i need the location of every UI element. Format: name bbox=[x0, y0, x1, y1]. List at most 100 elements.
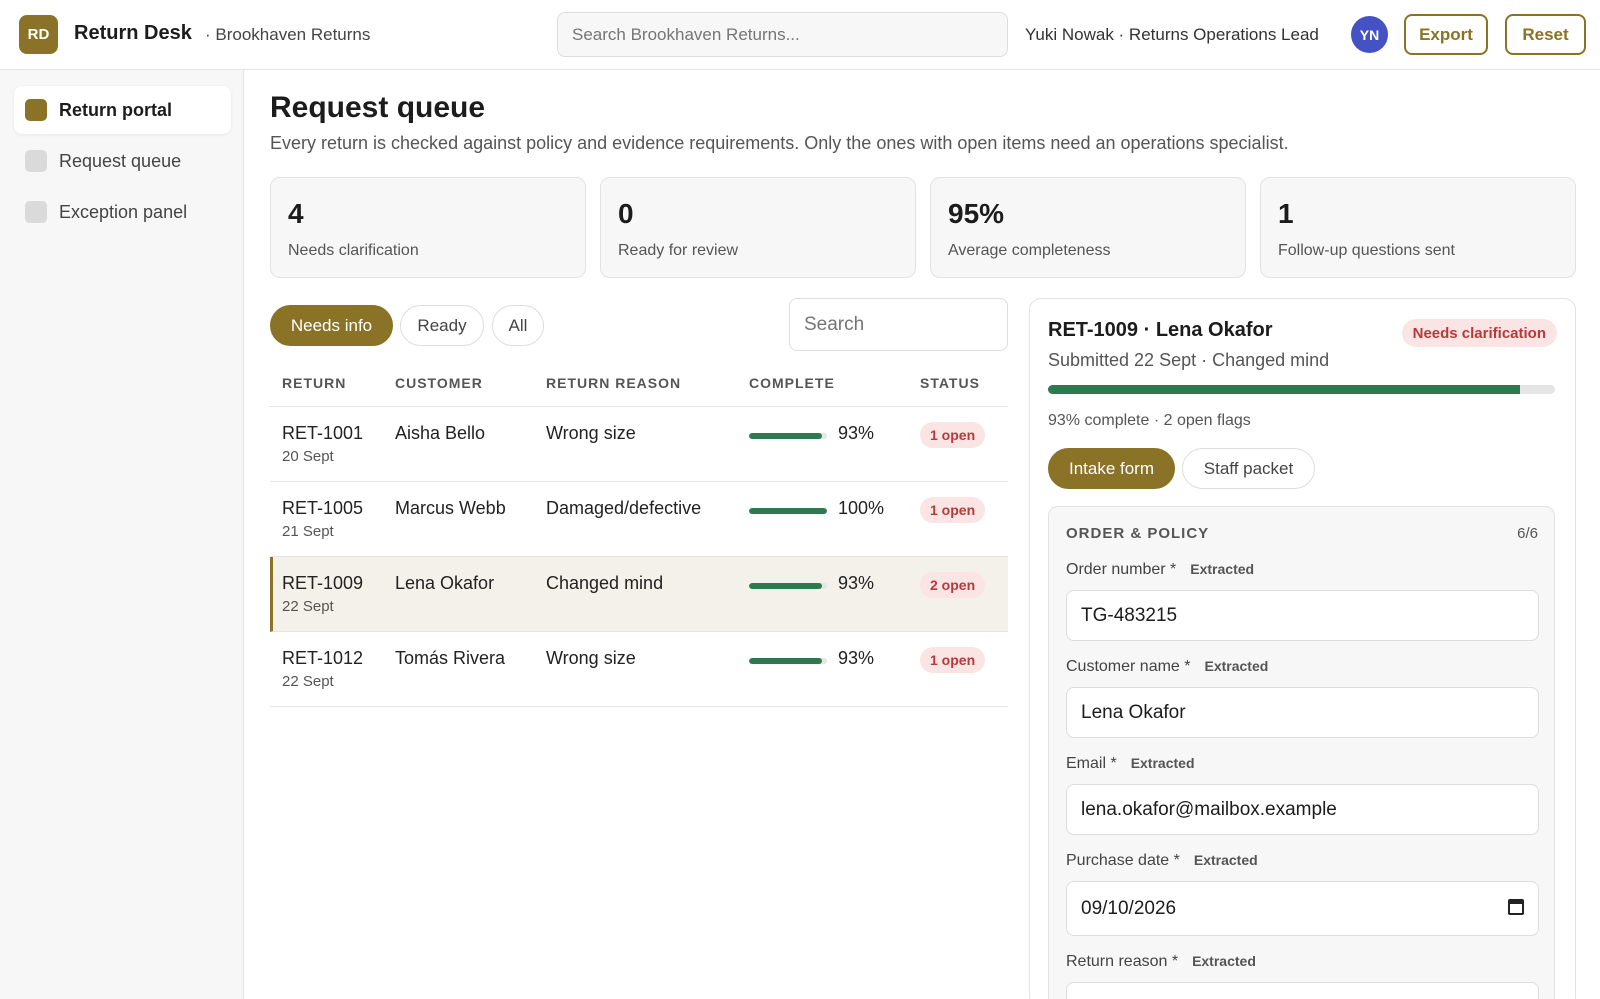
sidebar: Return portal Request queue Exception pa… bbox=[0, 70, 244, 999]
stat-value: 95% bbox=[948, 198, 1005, 229]
field-label-text: Purchase date * bbox=[1066, 852, 1180, 869]
sidebar-item-return-portal[interactable]: Return portal bbox=[14, 86, 231, 134]
avatar[interactable]: YN bbox=[1351, 16, 1388, 53]
completeness-bar-fill bbox=[749, 433, 822, 439]
return-date: 22 Sept bbox=[282, 598, 334, 615]
filter-ready[interactable]: Ready bbox=[400, 305, 484, 346]
filter-needs-info[interactable]: Needs info bbox=[270, 305, 393, 346]
calendar-icon[interactable] bbox=[1508, 899, 1524, 915]
purchase-date-field[interactable]: 09/10/2026 bbox=[1066, 881, 1539, 936]
export-button[interactable]: Export bbox=[1404, 14, 1488, 55]
square-icon bbox=[25, 150, 47, 172]
return-reason-field[interactable] bbox=[1066, 982, 1539, 999]
stat-card-needs-clarification: 4 Needs clarification bbox=[270, 177, 586, 278]
return-date: 21 Sept bbox=[282, 523, 334, 540]
sidebar-item-label: Return portal bbox=[59, 99, 173, 120]
top-bar: RD Return Desk · Brookhaven Returns Yuki… bbox=[0, 0, 1600, 70]
field-label-return-reason: Return reason * Extracted bbox=[1066, 953, 1256, 971]
tab-staff-packet[interactable]: Staff packet bbox=[1182, 448, 1315, 489]
filter-all[interactable]: All bbox=[492, 305, 544, 346]
stat-label: Follow-up questions sent bbox=[1278, 242, 1455, 259]
status-badge: 1 open bbox=[920, 647, 986, 673]
page-title: Request queue bbox=[270, 91, 486, 124]
customer-name: Marcus Webb bbox=[395, 498, 506, 518]
stat-label: Ready for review bbox=[618, 242, 739, 259]
field-label-customer-name: Customer name * Extracted bbox=[1066, 658, 1268, 676]
return-reason: Wrong size bbox=[546, 648, 636, 668]
extracted-tag: Extracted bbox=[1190, 561, 1255, 577]
table-row[interactable]: RET-1012 22 Sept Tomás Rivera Wrong size… bbox=[270, 632, 1008, 707]
return-id: RET-1012 bbox=[282, 648, 364, 668]
return-reason: Wrong size bbox=[546, 423, 636, 443]
completeness-bar bbox=[749, 433, 827, 439]
stat-value: 4 bbox=[288, 198, 304, 229]
table-row-selected[interactable]: RET-1009 22 Sept Lena Okafor Changed min… bbox=[270, 557, 1008, 632]
table-row[interactable]: RET-1005 21 Sept Marcus Webb Damaged/def… bbox=[270, 482, 1008, 557]
column-header-return-reason[interactable]: RETURN REASON bbox=[546, 375, 681, 391]
completeness-value: 93% bbox=[838, 573, 875, 593]
field-label-text: Customer name * bbox=[1066, 658, 1191, 675]
sidebar-item-label: Exception panel bbox=[59, 201, 188, 222]
org-name: · Brookhaven Returns bbox=[205, 25, 371, 44]
completeness-bar bbox=[749, 658, 827, 664]
extracted-tag: Extracted bbox=[1193, 852, 1258, 868]
stat-value: 1 bbox=[1278, 198, 1294, 229]
stat-card-follow-up-questions: 1 Follow-up questions sent bbox=[1260, 177, 1576, 278]
order-number-field[interactable]: TG-483215 bbox=[1066, 590, 1539, 641]
status-badge: 1 open bbox=[920, 497, 986, 523]
reset-button[interactable]: Reset bbox=[1505, 14, 1586, 55]
table-row[interactable]: RET-1001 20 Sept Aisha Bello Wrong size … bbox=[270, 407, 1008, 482]
column-header-return[interactable]: RETURN bbox=[282, 375, 346, 391]
completeness-value: 100% bbox=[838, 498, 885, 518]
stat-value: 0 bbox=[618, 198, 634, 229]
square-icon bbox=[25, 201, 47, 223]
return-date: 20 Sept bbox=[282, 448, 334, 465]
status-badge: 1 open bbox=[920, 422, 986, 448]
column-header-status[interactable]: STATUS bbox=[920, 375, 980, 391]
square-icon bbox=[25, 99, 47, 121]
completeness-bar-fill bbox=[749, 583, 822, 589]
queue-search-input[interactable] bbox=[789, 298, 1008, 351]
completeness-bar bbox=[749, 583, 827, 589]
stat-label: Average completeness bbox=[948, 242, 1111, 259]
extracted-tag: Extracted bbox=[1192, 953, 1256, 969]
field-label-text: Order number * bbox=[1066, 561, 1177, 578]
customer-name: Aisha Bello bbox=[395, 423, 486, 443]
return-id: RET-1009 bbox=[282, 573, 364, 593]
extracted-tag: Extracted bbox=[1130, 755, 1195, 771]
completeness-value: 93% bbox=[838, 648, 875, 668]
customer-name: Tomás Rivera bbox=[395, 648, 506, 668]
field-label-purchase-date: Purchase date * Extracted bbox=[1066, 852, 1258, 870]
extracted-tag: Extracted bbox=[1204, 658, 1269, 674]
stat-label: Needs clarification bbox=[288, 242, 419, 259]
completeness-value: 93% bbox=[838, 423, 875, 443]
field-label-text: Email * bbox=[1066, 755, 1117, 772]
detail-progress-fill bbox=[1048, 385, 1520, 394]
page-subtitle: Every return is checked against policy a… bbox=[270, 133, 1289, 153]
global-search-input[interactable] bbox=[557, 12, 1008, 57]
column-header-customer[interactable]: CUSTOMER bbox=[395, 375, 483, 391]
customer-name-field[interactable]: Lena Okafor bbox=[1066, 687, 1539, 738]
sidebar-item-request-queue[interactable]: Request queue bbox=[14, 137, 231, 185]
return-date: 22 Sept bbox=[282, 673, 334, 690]
stat-card-average-completeness: 95% Average completeness bbox=[930, 177, 1246, 278]
sidebar-item-exception-panel[interactable]: Exception panel bbox=[14, 188, 231, 236]
completeness-bar-fill bbox=[749, 508, 827, 514]
user-name: Yuki Nowak · Returns Operations Lead bbox=[1025, 25, 1319, 44]
tab-intake-form[interactable]: Intake form bbox=[1048, 448, 1175, 489]
stat-card-ready-for-review: 0 Ready for review bbox=[600, 177, 916, 278]
order-policy-section: ORDER & POLICY 6/6 Order number * Extract… bbox=[1048, 506, 1555, 999]
sidebar-item-label: Request queue bbox=[59, 150, 182, 171]
purchase-date-value: 09/10/2026 bbox=[1081, 897, 1177, 919]
column-header-complete[interactable]: COMPLETE bbox=[749, 375, 835, 391]
customer-name: Lena Okafor bbox=[395, 573, 495, 593]
email-field[interactable]: lena.okafor@mailbox.example bbox=[1066, 784, 1539, 835]
return-reason: Changed mind bbox=[546, 573, 664, 593]
detail-progress-bar bbox=[1048, 385, 1555, 394]
section-title: ORDER & POLICY bbox=[1066, 525, 1210, 542]
detail-title: RET-1009 · Lena Okafor bbox=[1048, 319, 1273, 341]
app-logo: RD bbox=[19, 15, 58, 54]
field-label-text: Return reason * bbox=[1066, 953, 1179, 970]
field-label-email: Email * Extracted bbox=[1066, 755, 1195, 773]
return-reason: Damaged/defective bbox=[546, 498, 702, 518]
